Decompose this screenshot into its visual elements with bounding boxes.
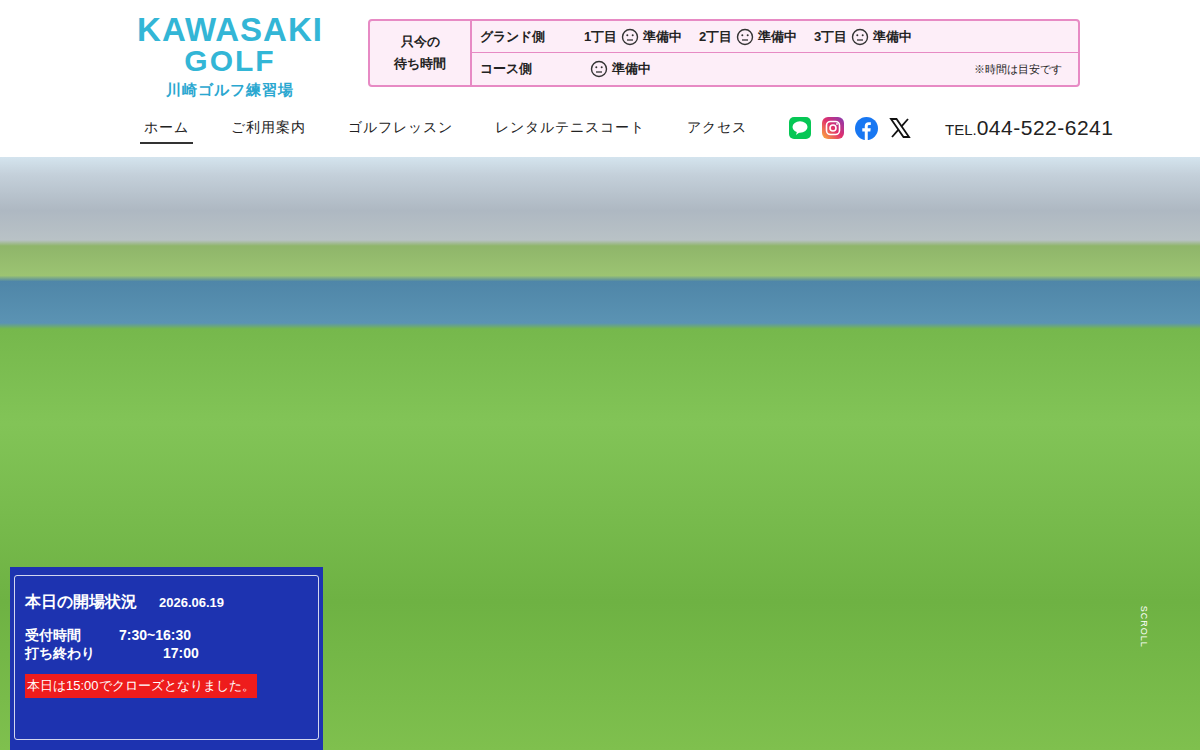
wait-slot: 1丁目準備中 — [584, 27, 699, 47]
face-icon — [736, 28, 754, 46]
nav-item[interactable]: レンタルテニスコート — [491, 113, 649, 144]
status-notice: 本日は15:00でクローズとなりました。 — [25, 674, 257, 698]
status-panel: 本日の開場状況 2026.06.19 受付時間7:30~16:30打ち終わり17:0… — [10, 567, 323, 750]
face-icon — [851, 28, 869, 46]
facebook-icon[interactable] — [855, 117, 878, 140]
wait-heading: 待ち時間 — [394, 53, 446, 75]
status-row: 受付時間7:30~16:30 — [25, 626, 308, 644]
nav-item[interactable]: ホーム — [140, 113, 193, 144]
status-row: 打ち終わり17:00 — [25, 644, 308, 662]
logo[interactable]: KAWASAKIGOLF川崎ゴルフ練習場 — [118, 14, 342, 100]
nav-item[interactable]: ご利用案内 — [227, 113, 310, 144]
status-title: 本日の開場状況 — [25, 590, 137, 614]
hero-photo: 本日の開場状況 2026.06.19 受付時間7:30~16:30打ち終わり17:0… — [0, 157, 1200, 750]
status-date: 2026.06.19 — [159, 593, 224, 613]
wait-slot: 2丁目準備中 — [699, 27, 814, 47]
site-header: KAWASAKIGOLF川崎ゴルフ練習場 只今の待ち時間 グランド側1丁目準備中2丁… — [0, 0, 1200, 157]
line-icon[interactable] — [789, 117, 811, 139]
face-icon — [621, 28, 639, 46]
wait-row: グランド側1丁目準備中2丁目準備中3丁目準備中 — [472, 21, 1078, 53]
nav-item[interactable]: ゴルフレッスン — [344, 113, 457, 144]
instagram-icon[interactable] — [822, 117, 844, 139]
wait-slot: 3丁目準備中 — [814, 27, 929, 47]
nav-item[interactable]: アクセス — [683, 113, 751, 144]
telephone[interactable]: TEL.044-522-6241 — [945, 112, 1113, 144]
main-nav: ホーム ご利用案内 ゴルフレッスン レンタルテニスコート アクセス — [140, 113, 751, 144]
wait-heading: 只今の — [401, 31, 440, 53]
wait-slot: 準備中 — [584, 59, 699, 79]
x-icon[interactable] — [889, 117, 911, 139]
wait-note: ※時間は目安です — [974, 61, 1062, 78]
wait-row: コース側準備中※時間は目安です — [472, 53, 1078, 85]
scroll-indicator[interactable]: SCROLL — [1136, 602, 1150, 652]
face-icon — [590, 60, 608, 78]
wait-time-box: 只今の待ち時間グランド側1丁目準備中2丁目準備中3丁目準備中コース側準備中※時間… — [368, 19, 1080, 87]
